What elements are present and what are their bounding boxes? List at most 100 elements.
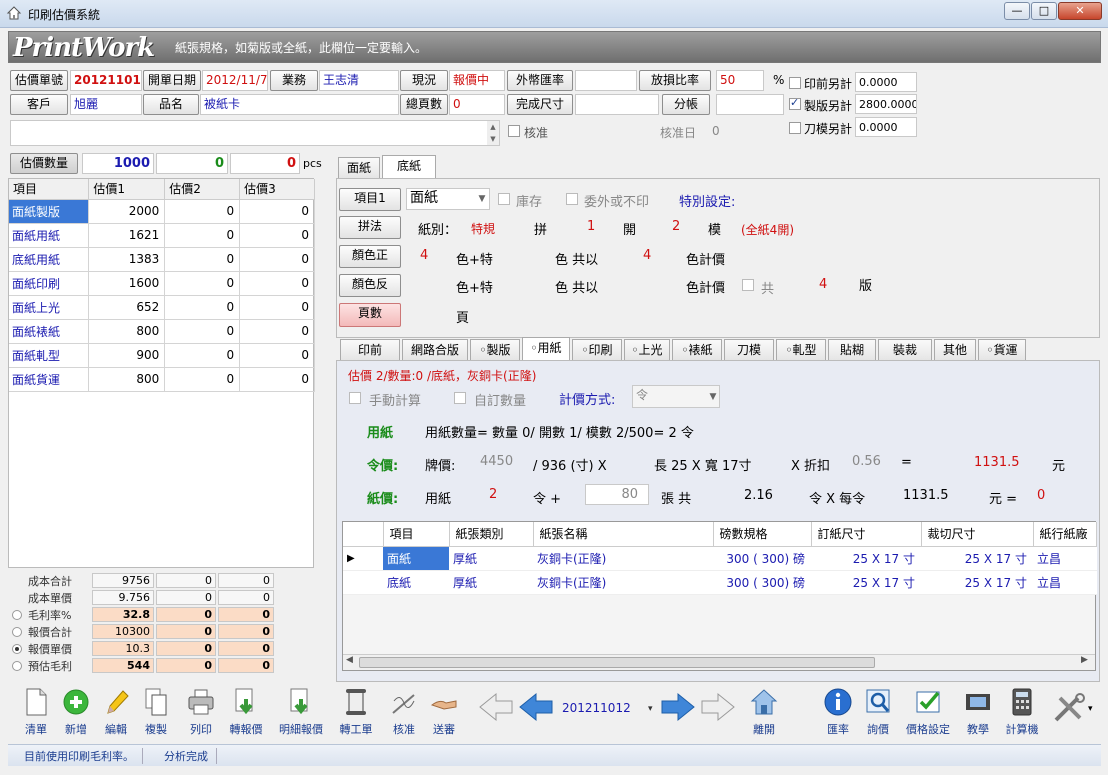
row-est1[interactable]: 900 [88, 343, 166, 368]
add-button[interactable]: 新增 [58, 684, 94, 738]
table-row[interactable]: 面紙裱紙 800 0 0 [9, 319, 315, 344]
scroll-right-icon[interactable]: ▶ [1081, 655, 1088, 665]
row-cut-size[interactable]: 25 X 17 寸 [921, 570, 1033, 595]
row-name[interactable]: 面紙印刷 [9, 271, 90, 296]
list-button[interactable]: 清單 [18, 684, 54, 738]
row-est3[interactable]: 0 [239, 343, 315, 368]
table-row[interactable]: 面紙印刷 1600 0 0 [9, 271, 315, 296]
submit-review-button[interactable]: 送審 [426, 684, 462, 738]
row-est1[interactable]: 2000 [88, 199, 166, 224]
print-button[interactable]: 列印 [183, 684, 219, 738]
approve-button[interactable]: 核准 [386, 684, 422, 738]
tab-paper-usage[interactable]: ◦用紙 [522, 337, 570, 361]
tab-coating[interactable]: ◦上光 [624, 339, 670, 361]
row-type[interactable]: 厚紙 [449, 570, 533, 595]
tab-laminate[interactable]: ◦裱紙 [672, 339, 722, 361]
color-back-button[interactable]: 顏色反 [339, 274, 401, 297]
row-est1[interactable]: 1383 [88, 247, 166, 272]
row-est1[interactable]: 800 [88, 367, 166, 392]
enlarge-field[interactable]: 50 [716, 70, 764, 91]
first-arrow-icon[interactable] [478, 692, 514, 722]
row-weight[interactable]: 300 ( 300) 磅 [713, 546, 811, 571]
profit-radio[interactable] [12, 661, 22, 671]
row-est3[interactable]: 0 [239, 199, 315, 224]
row-mill[interactable]: 立昌 [1033, 570, 1097, 595]
total-pages-field[interactable]: 0 [449, 94, 505, 115]
row-est3[interactable]: 0 [239, 295, 315, 320]
row-est1[interactable]: 652 [88, 295, 166, 320]
row-type[interactable]: 厚紙 [449, 546, 533, 571]
die-checkbox[interactable] [789, 122, 801, 134]
row-name[interactable]: 面紙軋型 [9, 343, 90, 368]
memo-spinner[interactable]: ▲ ▼ [487, 121, 499, 145]
preprint-field[interactable]: 0.0000 [855, 72, 917, 92]
row-est1[interactable]: 1600 [88, 271, 166, 296]
row-name[interactable]: 面紙上光 [9, 295, 90, 320]
table-row[interactable]: 面紙軋型 900 0 0 [9, 343, 315, 368]
row-est3[interactable]: 0 [239, 367, 315, 392]
copy-button[interactable]: 複製 [138, 684, 174, 738]
tab-die[interactable]: 刀模 [724, 339, 774, 361]
product-field[interactable]: 被紙卡 [200, 94, 399, 115]
memo-field[interactable] [10, 120, 500, 146]
tab-gang-run[interactable]: 網路合版 [402, 339, 468, 361]
summary-cell[interactable]: 0 [156, 624, 216, 639]
tab-prepress[interactable]: 印前 [340, 339, 400, 361]
tab-shipping[interactable]: ◦貨運 [978, 339, 1026, 361]
last-arrow-icon[interactable] [700, 692, 736, 722]
die-field[interactable]: 0.0000 [855, 117, 917, 137]
summary-cell[interactable]: 0 [156, 607, 216, 622]
tab-other[interactable]: 其他 [934, 339, 976, 361]
horizontal-scrollbar[interactable]: ◀ ▶ [343, 654, 1095, 670]
list-price-value[interactable]: 4450 [480, 454, 513, 469]
scroll-left-icon[interactable]: ◀ [346, 655, 353, 665]
pages-button[interactable]: 頁數 [339, 303, 401, 327]
tab-binding[interactable]: 裝裁 [878, 339, 932, 361]
margin-radio[interactable] [12, 610, 22, 620]
exit-button[interactable]: 離開 [746, 684, 782, 738]
summary-cell[interactable]: 544 [92, 658, 154, 673]
edit-button[interactable]: 編輯 [98, 684, 134, 738]
row-order-size[interactable]: 25 X 17 寸 [811, 570, 921, 595]
calculator-button[interactable]: 計算機 [1004, 684, 1040, 738]
next-arrow-icon[interactable] [660, 692, 696, 722]
approve-checkbox[interactable] [508, 125, 520, 137]
row-name[interactable]: 面紙製版 [9, 199, 90, 224]
row-est2[interactable]: 0 [164, 343, 241, 368]
row-est3[interactable]: 0 [239, 247, 315, 272]
table-row[interactable]: 底紙 厚紙 灰銅卡(正隆) 300 ( 300) 磅 25 X 17 寸 25 … [343, 570, 1097, 595]
tab-base-paper[interactable]: 底紙 [382, 155, 436, 179]
price-settings-button[interactable]: 價格設定 [906, 684, 950, 738]
table-row[interactable]: 面紙貨運 800 0 0 [9, 367, 315, 392]
chevron-down-icon[interactable]: ▼ [475, 192, 489, 206]
summary-cell[interactable]: 0 [218, 624, 274, 639]
row-name[interactable]: 面紙裱紙 [9, 319, 90, 344]
plate-field[interactable]: 2800.0000 [855, 94, 917, 114]
split-field[interactable] [716, 94, 784, 115]
row-name[interactable]: 面紙用紙 [9, 223, 90, 248]
share-checkbox[interactable] [742, 279, 754, 291]
row-order-size[interactable]: 25 X 17 寸 [811, 546, 921, 571]
plate-checkbox[interactable] [789, 96, 801, 110]
fx-rate-button[interactable]: 匯率 [820, 684, 856, 738]
unit-price-radio[interactable] [12, 644, 22, 654]
table-row[interactable]: 底紙用紙 1383 0 0 [9, 247, 315, 272]
tab-plate[interactable]: ◦製版 [470, 339, 520, 361]
sales-field[interactable]: 王志清 [319, 70, 399, 91]
tools-icon[interactable] [1052, 692, 1088, 724]
row-est2[interactable]: 0 [164, 223, 241, 248]
fx-field[interactable] [575, 70, 637, 91]
tab-printing[interactable]: ◦印刷 [572, 339, 622, 361]
summary-cell[interactable]: 0 [218, 658, 274, 673]
quote-total-radio[interactable] [12, 627, 22, 637]
tab-face-paper[interactable]: 面紙 [338, 157, 380, 179]
table-row[interactable]: 面紙上光 652 0 0 [9, 295, 315, 320]
row-est2[interactable]: 0 [164, 367, 241, 392]
open-date-field[interactable]: 2012/11/7 [202, 70, 268, 91]
summary-cell[interactable]: 0 [156, 641, 216, 656]
summary-cell[interactable]: 10300 [92, 624, 154, 639]
preprint-checkbox[interactable] [789, 77, 801, 89]
row-est2[interactable]: 0 [164, 295, 241, 320]
color-front-button[interactable]: 顏色正 [339, 245, 401, 268]
qty-3-field[interactable]: 0 [230, 153, 300, 174]
